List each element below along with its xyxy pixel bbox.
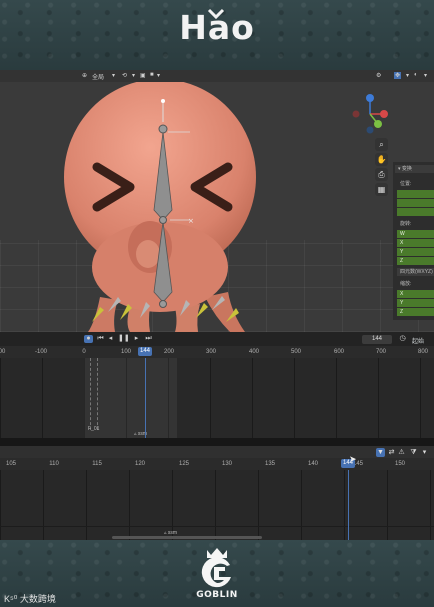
rotation-w-field[interactable]: W <box>397 230 434 238</box>
navigation-gizmo[interactable] <box>348 92 392 136</box>
horizontal-scrollbar[interactable] <box>112 536 262 539</box>
ruler-tick: 130 <box>221 461 233 467</box>
ruler-tick: 700 <box>375 349 387 355</box>
jump-start-icon[interactable]: ⏮ <box>96 335 105 343</box>
chevron-down-icon[interactable]: ▾ <box>420 448 429 457</box>
dopesheet-ruler[interactable]: 105 110 115 120 125 130 135 140 145 150 … <box>0 458 434 470</box>
dopesheet-track[interactable]: ▵ ssm ➤ <box>0 454 434 540</box>
ruler-tick: 125 <box>178 461 190 467</box>
snap-icon[interactable]: ⟲ <box>122 72 127 79</box>
overlay-dropdown-icon[interactable]: ◐ <box>414 72 418 78</box>
ruler-tick: 110 <box>49 461 59 467</box>
pause-icon[interactable]: ❚❚ <box>118 335 130 343</box>
mouse-cursor-icon: ➤ <box>349 454 357 464</box>
location-x-field[interactable] <box>397 190 434 198</box>
record-button[interactable]: ● <box>84 335 93 343</box>
ruler-tick: 200 <box>163 349 175 355</box>
properties-n-panel: ▾ 变换 位置: 旋转: W X Y Z 四元数(WXYZ) 缩放: X Y Z <box>393 162 434 320</box>
warning-icon[interactable]: ⚠ <box>397 448 406 457</box>
ruler-tick: 500 <box>290 349 302 355</box>
shading-dropdown[interactable]: ▾ <box>157 72 160 79</box>
goblin-logo-icon <box>201 548 231 588</box>
chevron-down-icon[interactable]: ▾ <box>132 72 135 79</box>
zoom-icon[interactable]: ⌕ <box>375 138 388 151</box>
dopesheet-header: ▼ ⇄ ⚠ ⧩ ▾ <box>0 446 434 458</box>
rotation-mode-dropdown[interactable]: 四元数(WXYZ) <box>397 268 434 276</box>
location-z-field[interactable] <box>397 208 434 216</box>
ruler-tick: 0 <box>82 349 86 355</box>
ruler-tick: 120 <box>134 461 146 467</box>
svg-text:×: × <box>188 217 194 225</box>
rotation-y-field[interactable]: Y <box>397 248 434 256</box>
playhead-line[interactable] <box>145 358 146 438</box>
timeline-track[interactable]: F_01 ▵ ssm <box>0 358 434 438</box>
marker-label[interactable]: F_01 <box>88 426 99 432</box>
channel-separator <box>0 526 434 527</box>
area-divider[interactable] <box>0 438 434 446</box>
pivot-icon[interactable]: ⊕ <box>82 72 87 79</box>
filter-icon[interactable]: ▼ <box>376 448 385 457</box>
timeline-header: ● ⏮ ◂ ❚❚ ▸ ⏭ 144 ◷ 起始 <box>0 332 434 346</box>
location-label: 位置: <box>400 181 412 187</box>
scale-z-field[interactable]: Z <box>397 308 434 316</box>
chevron-down-icon[interactable]: ▾ <box>406 72 409 79</box>
brand-logo-top: Hao <box>179 8 255 47</box>
mouth-inner <box>136 240 160 268</box>
overlay-icon[interactable]: ▣ <box>140 72 146 79</box>
ruler-tick: 00 <box>0 349 6 355</box>
start-frame-label[interactable]: 起始 <box>412 336 424 345</box>
ruler-tick: -100 <box>34 349 48 355</box>
current-frame-field[interactable]: 144 <box>362 335 392 344</box>
marker-line <box>97 358 98 430</box>
chevron-down-icon[interactable]: ▾ <box>112 72 115 79</box>
playhead-frame-indicator[interactable]: 144 <box>138 347 153 356</box>
step-forward-icon[interactable]: ▸ <box>132 335 141 343</box>
playhead-line[interactable] <box>348 470 349 540</box>
scale-label: 缩放: <box>400 281 412 287</box>
chevron-down-icon[interactable]: ▾ <box>424 72 427 79</box>
view-mode-dropdown[interactable]: 全局 <box>92 72 104 81</box>
scale-y-field[interactable]: Y <box>397 299 434 307</box>
funnel-icon[interactable]: ⧩ <box>409 448 418 457</box>
rotation-label: 旋转: <box>400 221 412 227</box>
ruler-tick: 135 <box>264 461 276 467</box>
transform-section-header[interactable]: ▾ 变换 <box>395 165 434 173</box>
ruler-tick: 400 <box>248 349 260 355</box>
location-y-field[interactable] <box>397 199 434 207</box>
watermark-text: K⁵⁰ 大数跨境 <box>4 594 56 604</box>
ruler-tick: 150 <box>394 461 406 467</box>
tool-settings-icon[interactable]: ⚙ <box>376 72 381 79</box>
ruler-tick: 140 <box>307 461 319 467</box>
jump-end-icon[interactable]: ⏭ <box>144 335 153 343</box>
ortho-grid-icon[interactable]: ▦ <box>375 183 388 196</box>
pan-hand-icon[interactable]: ✋ <box>375 153 388 166</box>
sync-icon[interactable]: ⇄ <box>387 448 396 457</box>
timeline-ruler[interactable]: 00 -100 0 100 200 300 400 500 600 700 80… <box>0 346 434 358</box>
rotation-x-field[interactable]: X <box>397 239 434 247</box>
play-reverse-icon[interactable]: ◂ <box>106 335 115 343</box>
ruler-tick: 800 <box>417 349 429 355</box>
scale-x-field[interactable]: X <box>397 290 434 298</box>
marker-line <box>90 358 91 430</box>
ruler-tick: 105 <box>5 461 17 467</box>
camera-icon[interactable]: ⎙ <box>375 168 388 181</box>
color-swatch-icon[interactable]: ■ <box>150 72 154 78</box>
gizmo-toggle-icon[interactable]: ✥ <box>394 72 402 79</box>
brand-logo-bottom: GOBLIN <box>196 590 238 600</box>
character-model[interactable]: × <box>0 82 390 332</box>
ruler-tick: 600 <box>333 349 345 355</box>
ruler-tick: 115 <box>92 461 102 467</box>
ruler-tick: 100 <box>120 349 132 355</box>
3d-viewport[interactable]: ⊕ 全局 ▾ ⟲ ▾ ▣ ■ ▾ ⚙ ✥ ▾ ◐ ▾ × ⌕ ✋ ⎙ ▦ ▾ 变… <box>0 70 434 332</box>
clock-icon[interactable]: ◷ <box>398 335 407 343</box>
rotation-z-field[interactable]: Z <box>397 257 434 265</box>
viewport-header: ⊕ 全局 ▾ ⟲ ▾ ▣ ■ ▾ ⚙ ✥ ▾ ◐ ▾ <box>0 70 434 82</box>
ruler-tick: 300 <box>205 349 217 355</box>
